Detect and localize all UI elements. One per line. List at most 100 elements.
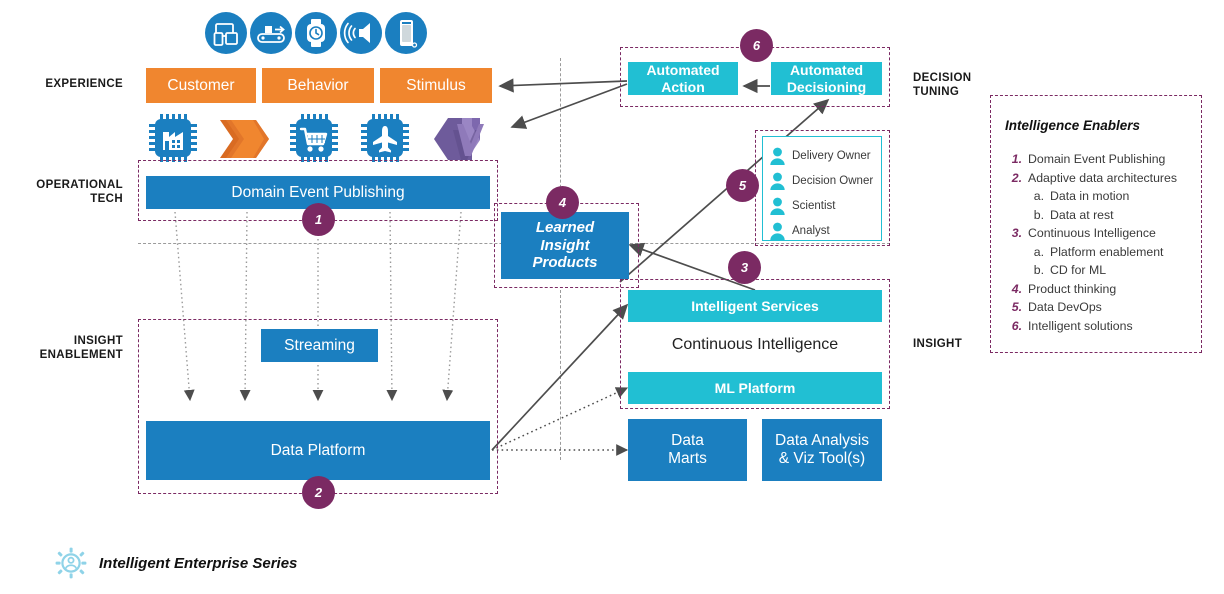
role-item-2[interactable]: Scientist [769, 193, 881, 218]
legend-subitem-2b: b. Data at rest [1005, 206, 1187, 225]
data-analysis-viz-box[interactable]: Data Analysis & Viz Tool(s) [762, 419, 882, 481]
row-label-experience: EXPERIENCE [45, 78, 123, 90]
legend-subtext: CD for ML [1050, 263, 1107, 277]
legend-text: Adaptive data architectures [1028, 170, 1178, 185]
badge-5: 5 [726, 169, 759, 202]
role-item-0[interactable]: Delivery Owner [769, 143, 881, 168]
automated-action-line1: Automated [646, 62, 720, 79]
person-icon [770, 147, 785, 165]
learned-insight-products-box[interactable]: Learned Insight Products [501, 212, 629, 279]
continuous-intelligence-title: Continuous Intelligence [671, 336, 839, 353]
legend-num: 4. [1011, 281, 1022, 296]
legend-subtext: Data at rest [1050, 207, 1114, 222]
legend-item-2: 2. Adaptive data architectures [1005, 169, 1187, 188]
legend-text: Domain Event Publishing [1028, 152, 1166, 166]
experience-customer-box[interactable]: Customer [146, 68, 256, 103]
vertical-divider-lower [560, 290, 561, 460]
intelligent-services-box[interactable]: Intelligent Services [628, 290, 882, 322]
legend-item-4: 4. Product thinking [1005, 280, 1187, 299]
data-marts-box[interactable]: Data Marts [628, 419, 747, 481]
row-label-insight-enablement: INSIGHT ENABLEMENT [10, 334, 123, 362]
legend-text: Data DevOps [1028, 300, 1102, 314]
legend-subitem-2a: a. Data in motion [1005, 187, 1187, 206]
legend-text: Continuous Intelligence [1028, 226, 1156, 240]
legend-num: 2. [1011, 170, 1022, 185]
industry-icon-row [143, 114, 493, 162]
legend-text: Product thinking [1028, 281, 1117, 296]
roles-panel: Delivery Owner Decision Owner Scientist … [762, 136, 882, 241]
legend-subtext: Platform enablement [1050, 244, 1164, 259]
data-viz-line1: Data Analysis [775, 432, 869, 450]
badge-1: 1 [302, 203, 335, 236]
ml-platform-box[interactable]: ML Platform [628, 372, 882, 404]
role-label: Scientist [792, 199, 836, 212]
role-label: Delivery Owner [792, 149, 871, 162]
learned-insight-line3: Products [532, 254, 598, 272]
hexagon-stack-icon [220, 120, 269, 158]
legend-subtext: Data in motion [1050, 189, 1130, 203]
legend-num: 5. [1011, 300, 1022, 314]
legend-item-3: 3. Continuous Intelligence [1005, 224, 1187, 243]
smartwatch-icon [295, 12, 337, 54]
automated-decisioning-line2: Decisioning [786, 78, 867, 95]
badge-4: 4 [546, 186, 579, 219]
legend-item-1: 1. Domain Event Publishing [1005, 150, 1187, 169]
device-icon-row [205, 12, 435, 54]
role-item-1[interactable]: Decision Owner [769, 168, 881, 193]
legend-item-5: 5. Data DevOps [1005, 298, 1187, 317]
person-icon [770, 222, 785, 240]
data-platform-box[interactable]: Data Platform [146, 421, 490, 480]
legend-title: Intelligence Enablers [1005, 118, 1141, 133]
role-item-3[interactable]: Analyst [769, 218, 881, 243]
legend-alpha: b. [1033, 207, 1044, 222]
experience-behavior-box[interactable]: Behavior [262, 68, 374, 103]
devices-icon [205, 12, 247, 54]
legend-num: 3. [1011, 226, 1022, 240]
footer-title: Intelligent Enterprise Series [99, 554, 298, 572]
legend-item-6: 6. Intelligent solutions [1005, 317, 1187, 336]
diagram-canvas: EXPERIENCE OPERATIONAL TECH INSIGHT ENAB… [0, 0, 1224, 594]
chip-factory-icon [149, 114, 197, 162]
automated-action-box[interactable]: Automated Action [628, 62, 738, 95]
person-icon [770, 197, 785, 215]
legend-subitem-3b: b. CD for ML [1005, 261, 1187, 280]
legend-num: 6. [1011, 318, 1022, 333]
badge-2: 2 [302, 476, 335, 509]
row-label-operational-tech-line1: OPERATIONAL [36, 179, 123, 191]
automated-decisioning-box[interactable]: Automated Decisioning [771, 62, 882, 95]
footer-brand: Intelligent Enterprise Series [55, 547, 297, 579]
legend-text: Intelligent solutions [1028, 318, 1133, 333]
learned-insight-line1: Learned [535, 219, 595, 237]
learned-insight-line2: Insight [540, 236, 590, 254]
role-label: Analyst [792, 224, 830, 237]
badge-6: 6 [740, 29, 773, 62]
data-marts-line2: Marts [668, 450, 707, 467]
intelligence-enablers-panel: Intelligence Enablers 1. Domain Event Pu… [990, 95, 1202, 353]
gear-person-icon [55, 547, 87, 579]
mobile-device-icon [385, 12, 427, 54]
chip-cart-icon [290, 114, 338, 162]
row-label-insight-enablement-line2: ENABLEMENT [39, 349, 123, 361]
automated-action-line2: Action [661, 78, 705, 95]
chip-plane-icon [361, 114, 409, 162]
row-label-operational-tech: OPERATIONAL TECH [10, 178, 123, 206]
conveyor-belt-icon [250, 12, 292, 54]
sensor-speaker-icon [340, 12, 382, 54]
row-label-operational-tech-line2: TECH [90, 193, 123, 205]
data-marts-line1: Data [671, 432, 704, 450]
legend-subitem-3a: a. Platform enablement [1005, 243, 1187, 262]
row-label-decision-tuning-line1: DECISION [913, 72, 972, 84]
hexagon-cube-icon [434, 118, 484, 160]
experience-stimulus-box[interactable]: Stimulus [380, 68, 492, 103]
row-label-insight-enablement-line1: INSIGHT [73, 335, 123, 347]
streaming-box[interactable]: Streaming [261, 329, 378, 362]
legend-alpha: a. [1033, 189, 1044, 203]
data-viz-line2: & Viz Tool(s) [778, 450, 866, 467]
role-label: Decision Owner [792, 174, 874, 187]
automated-decisioning-line1: Automated [789, 62, 864, 79]
legend-alpha: a. [1033, 244, 1044, 259]
legend-alpha: b. [1033, 263, 1044, 277]
legend-list: 1. Domain Event Publishing 2. Adaptive d… [1005, 150, 1187, 335]
badge-3: 3 [728, 251, 761, 284]
person-icon [770, 172, 785, 190]
